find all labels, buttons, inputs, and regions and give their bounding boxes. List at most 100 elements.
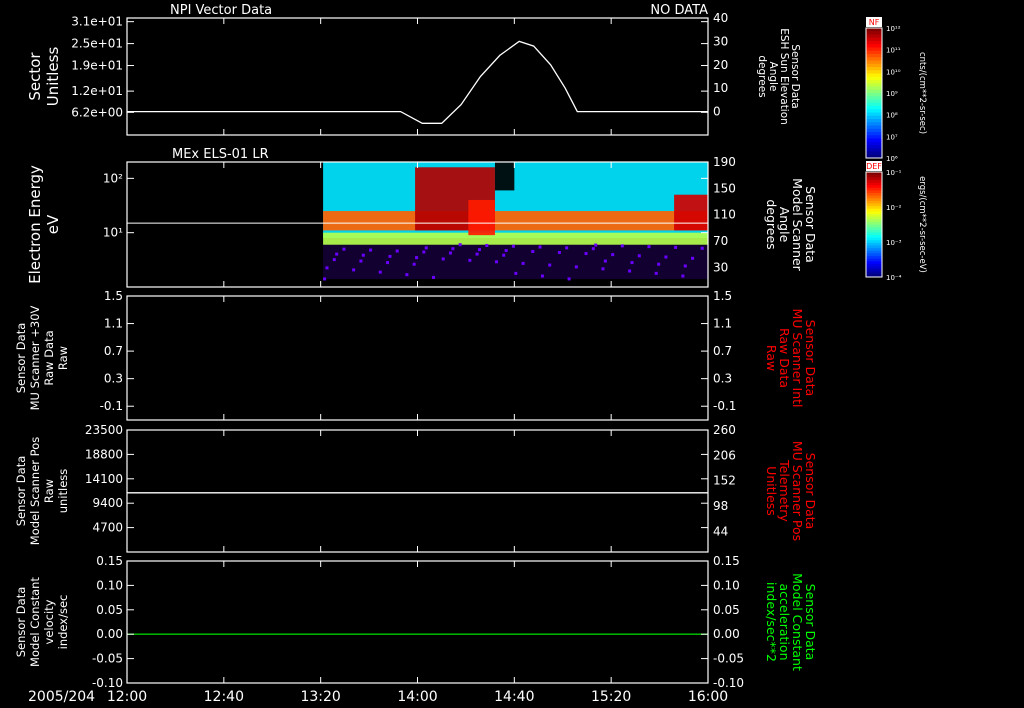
heatmap-speckle — [494, 260, 498, 264]
right-tick-label: -0.10 — [713, 676, 744, 690]
heatmap-speckle — [325, 266, 329, 270]
left-axis-label: index/sec — [56, 595, 70, 650]
heatmap-speckle — [441, 257, 445, 261]
right-tick-label: 44 — [713, 524, 728, 538]
heatmap-speckle — [601, 267, 605, 271]
time-tick-label: 15:20 — [591, 689, 631, 705]
colorbar-swatch — [866, 119, 882, 123]
colorbar-swatch — [866, 47, 882, 52]
heatmap-band-5 — [468, 199, 495, 236]
left-axis-label: Sector — [26, 52, 44, 101]
right-tick-label: 150 — [713, 181, 736, 195]
left-tick-label: -0.1 — [100, 399, 123, 413]
right-tick-label: 0.3 — [713, 372, 732, 386]
left-axis-label: velocity — [42, 599, 56, 644]
left-tick-label: 2.5e+01 — [71, 37, 123, 51]
left-axis-label: MU Scanner +30V — [28, 305, 42, 410]
heatmap-speckle — [584, 252, 588, 256]
colorbar-swatch — [866, 89, 882, 94]
right-axis-label: Unitless — [764, 466, 779, 516]
heatmap-speckle — [332, 258, 336, 262]
heatmap-speckle — [591, 247, 595, 251]
heatmap-speckle — [521, 261, 525, 265]
right-axis-label: Raw — [764, 345, 779, 371]
left-axis-label: Model Constant — [28, 577, 42, 667]
heatmap-speckle — [628, 269, 632, 273]
time-tick-label: 14:00 — [397, 689, 437, 705]
colorbar-2: DEF 10⁻¹ 10⁻² 10⁻³ 10⁻⁴ ergs/(cm**2-sr-sec-eV… — [865, 161, 927, 282]
left-tick-label: -0.05 — [92, 652, 123, 666]
heatmap-speckle — [386, 261, 390, 265]
npi-vector-data-plot: NPI Vector Data NO DATA 2005/204 3.1e+01… — [14, 3, 927, 705]
left-axis-label: Unitless — [44, 47, 62, 107]
colorbar-units-label: cnts/(cm**2-sr-sec) — [917, 52, 927, 134]
plot-title: NPI Vector Data — [170, 3, 272, 18]
colorbar-title: NF — [869, 18, 880, 27]
left-axis-label: Raw — [42, 479, 56, 503]
colorbar-swatch — [866, 28, 882, 32]
heatmap-speckle — [538, 245, 542, 249]
colorbar-swatch — [866, 141, 882, 146]
heatmap-speckle — [567, 277, 571, 281]
colorbar-swatch — [866, 109, 882, 113]
heatmap-speckle — [603, 259, 607, 263]
panel-5: 0.15 0.10 0.05 0.00 -0.05 -0.10 0.15 0.10 0.05 0.… — [14, 554, 818, 690]
right-tick-label: 110 — [713, 208, 736, 222]
heatmap-speckle — [637, 254, 641, 258]
colorbar-swatch — [866, 151, 882, 156]
colorbar-swatch — [866, 138, 882, 143]
left-tick-label: 1.1 — [104, 317, 123, 331]
colorbar-1: NF 10¹² 10¹¹ 10¹⁰ 10⁹ 10⁸ 10⁷ 10⁶ cnts/(cm**2-sr… — [865, 17, 927, 163]
heatmap-speckle — [620, 244, 624, 248]
heatmap-speckle — [342, 247, 346, 251]
right-tick-label: 10 — [713, 81, 728, 95]
colorbar-swatch — [866, 60, 882, 65]
heatmap-speckle — [630, 261, 634, 265]
heatmap-speckle — [700, 246, 704, 250]
colorbar-swatch — [866, 112, 882, 117]
heatmap-speckle — [654, 271, 658, 275]
heatmap-speckle — [664, 255, 668, 259]
right-tick-label: 30 — [713, 260, 728, 274]
heatmap-speckle — [514, 271, 518, 275]
panel-frame — [126, 429, 709, 553]
time-tick-label: 12:00 — [107, 689, 147, 705]
colorbar-swatch — [866, 148, 882, 152]
panel-4: 23500 18800 14100 9400 4700 260 206 152 98 44 Sens… — [14, 423, 818, 553]
colorbar-swatch — [866, 63, 882, 68]
heatmap-speckle — [574, 265, 578, 269]
heatmap-band-7 — [674, 194, 708, 231]
left-tick-label: 6.2e+00 — [71, 105, 123, 119]
colorbar-tick-label: 10¹² — [886, 25, 901, 33]
colorbar-tick-label: 10⁻³ — [886, 239, 902, 247]
heatmap-speckle — [378, 270, 382, 274]
colorbar-swatch — [866, 83, 882, 87]
colorbar-swatch — [866, 37, 882, 42]
heatmap-speckle — [412, 262, 416, 266]
heatmap-speckle — [594, 243, 598, 247]
right-tick-label: 190 — [713, 155, 736, 169]
colorbar-swatch — [866, 125, 882, 130]
right-tick-label: 40 — [713, 11, 728, 25]
heatmap-speckle — [415, 256, 419, 260]
heatmap-speckle — [674, 245, 678, 249]
left-tick-label: 14100 — [85, 472, 123, 486]
heatmap-speckle — [611, 253, 615, 257]
colorbar-title: DEF — [866, 162, 882, 171]
left-axis-label: unitless — [56, 469, 70, 514]
colorbar-swatch — [866, 80, 882, 84]
panel-1: 3.1e+01 2.5e+01 1.9e+01 1.2e+01 6.2e+00 40 30 2… — [26, 11, 801, 136]
right-tick-label: 0.7 — [713, 344, 732, 358]
heatmap-speckle — [531, 249, 535, 253]
colorbar-tick-label: 10⁹ — [886, 90, 898, 98]
colorbar-swatch — [866, 54, 882, 58]
panel-3: 1.5 1.1 0.7 0.3 -0.1 1.5 1.1 0.7 0.3 -0.1 Sensor D… — [14, 289, 818, 421]
heatmap-speckle — [432, 275, 436, 279]
right-axis-label: index/sec**2 — [764, 582, 779, 662]
right-tick-label: 20 — [713, 58, 728, 72]
left-axis-label: Sensor Data — [14, 456, 28, 527]
heatmap-speckle — [323, 277, 327, 281]
time-tick-label: 13:20 — [300, 689, 340, 705]
heatmap-speckle — [395, 249, 399, 253]
heatmap-speckle — [369, 248, 373, 252]
